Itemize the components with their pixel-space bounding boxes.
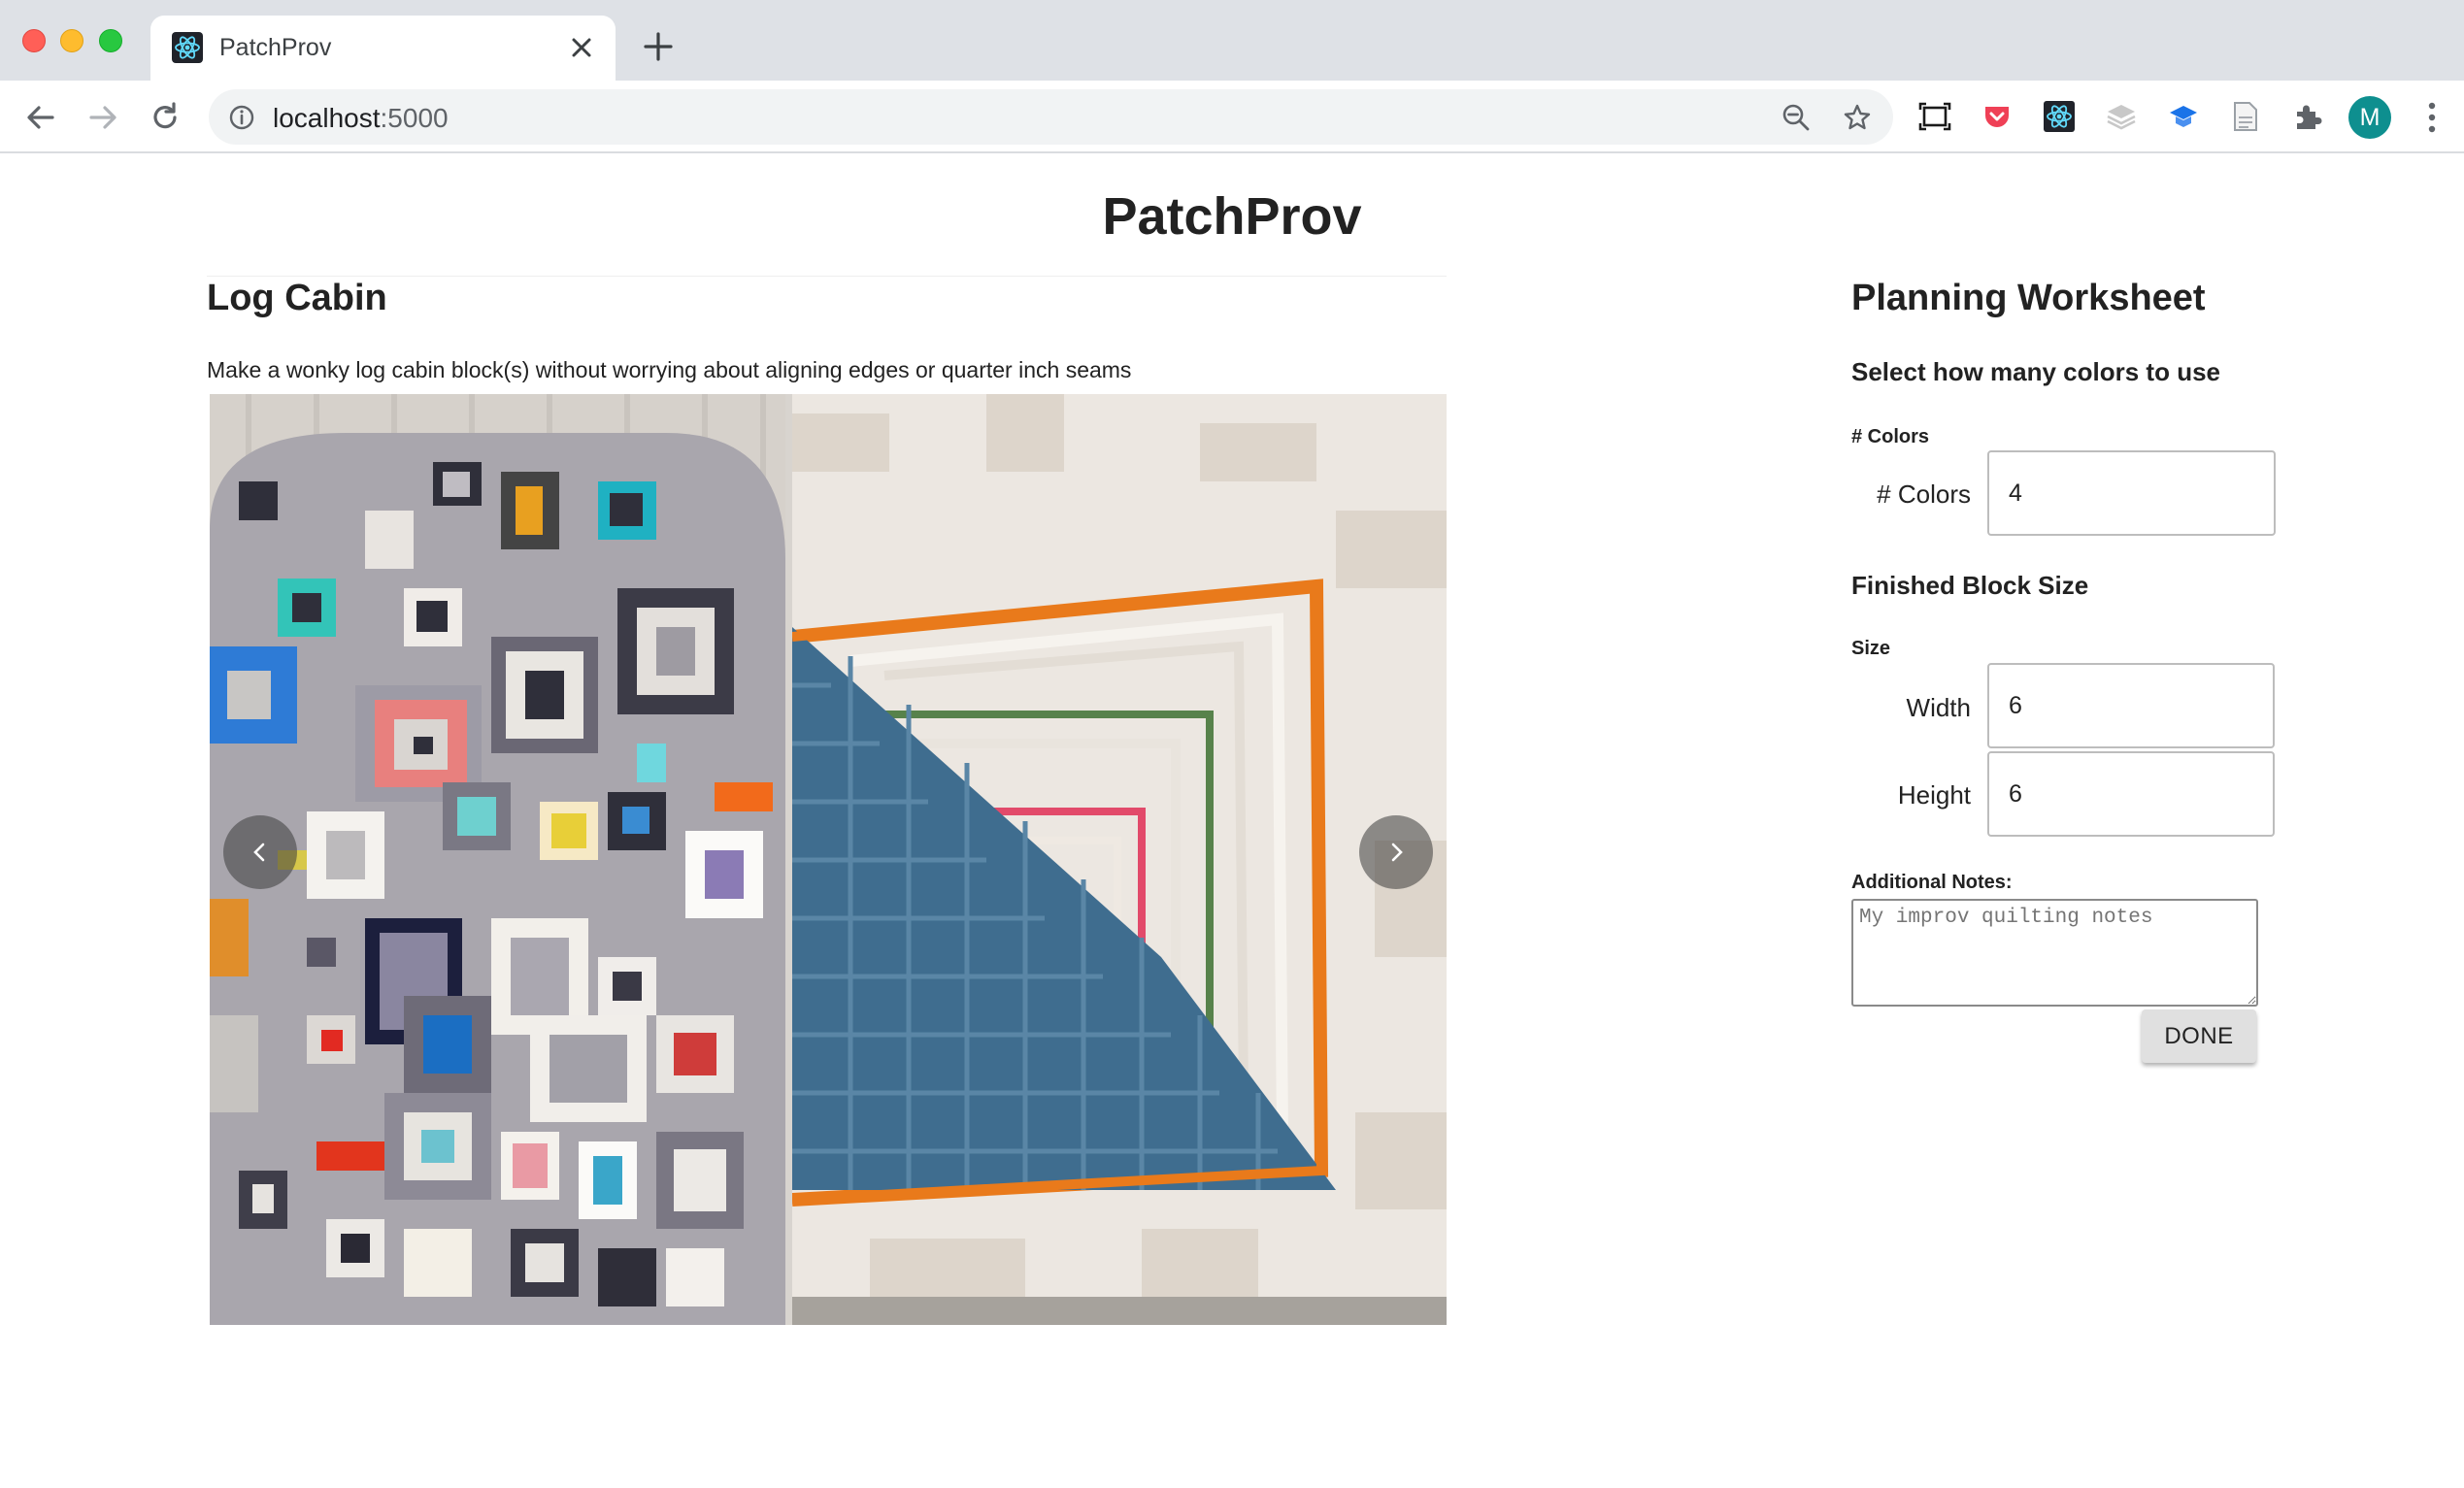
pocket-extension-icon[interactable]	[1979, 98, 2015, 135]
height-input[interactable]	[1987, 751, 2275, 837]
notes-textarea[interactable]	[1851, 899, 2258, 1007]
tab-title: PatchProv	[219, 34, 332, 61]
react-atom-icon	[172, 32, 203, 63]
worksheet-title: Planning Worksheet	[1851, 278, 2206, 318]
colors-heading: Select how many colors to use	[1851, 357, 2220, 386]
quilt-photo-log-cabin	[792, 394, 1447, 1325]
carousel-next-button[interactable]	[1359, 815, 1433, 889]
address-bar[interactable]: localhost:5000	[209, 89, 1893, 145]
arrow-left-icon[interactable]	[23, 100, 58, 135]
info-icon[interactable]	[228, 104, 255, 131]
layers-icon	[2107, 105, 2136, 130]
url-host: localhost	[273, 103, 381, 133]
window-close-button[interactable]	[22, 29, 46, 52]
close-icon	[572, 38, 591, 57]
profile-avatar[interactable]: M	[2348, 96, 2391, 139]
browser-tab-patchprov[interactable]: PatchProv	[150, 16, 616, 81]
new-tab-button[interactable]	[641, 29, 676, 64]
carousel-prev-button[interactable]	[223, 815, 297, 889]
url-text: localhost:5000	[273, 103, 449, 134]
slide-divider	[785, 394, 792, 1325]
width-input[interactable]	[1987, 663, 2275, 748]
screen-capture-extension-icon[interactable]	[1916, 98, 1953, 135]
divider	[207, 276, 1447, 277]
screen-capture-icon	[1918, 102, 1951, 131]
pocket-icon	[1985, 107, 2009, 127]
pattern-name: Log Cabin	[207, 278, 387, 318]
chevron-right-icon	[1391, 843, 1403, 862]
layers-extension-icon[interactable]	[2103, 98, 2140, 135]
document-extension-icon[interactable]	[2227, 98, 2264, 135]
more-options-icon[interactable]	[2417, 98, 2447, 137]
colors-group-label: # Colors	[1851, 426, 1930, 447]
puzzle-piece-icon	[2297, 105, 2322, 129]
image-carousel	[210, 394, 1447, 1325]
colors-input[interactable]	[1987, 450, 2276, 536]
window-minimize-button[interactable]	[60, 29, 83, 52]
page-title: PatchProv	[1102, 187, 1362, 246]
react-devtools-extension-icon[interactable]	[2041, 98, 2078, 135]
height-label: Height	[1897, 780, 1971, 810]
learning-extension-icon[interactable]	[2165, 98, 2202, 135]
browser-toolbar: localhost:5000 M	[0, 81, 2464, 153]
notes-label: Additional Notes:	[1851, 872, 2013, 893]
size-group-label: Size	[1851, 638, 1891, 659]
tab-close-button[interactable]	[565, 31, 598, 64]
block-size-heading: Finished Block Size	[1851, 571, 2089, 600]
star-icon[interactable]	[1843, 103, 1872, 132]
reload-icon[interactable]	[148, 100, 183, 135]
react-atom-icon	[2044, 101, 2075, 132]
window-zoom-button[interactable]	[99, 29, 122, 52]
extensions-button[interactable]	[2289, 98, 2326, 135]
zoom-out-icon[interactable]	[1781, 103, 1811, 132]
colors-field-label: # Colors	[1877, 479, 1971, 509]
chevron-left-icon	[253, 843, 265, 862]
url-port: :5000	[380, 103, 449, 133]
arrow-right-icon[interactable]	[85, 100, 120, 135]
graduation-cap-icon	[2170, 106, 2197, 127]
browser-tabstrip: PatchProv	[0, 0, 2464, 81]
width-label: Width	[1906, 693, 1971, 722]
pattern-description: Make a wonky log cabin block(s) without …	[207, 357, 1132, 382]
document-icon	[2234, 102, 2257, 131]
done-button[interactable]: DONE	[2142, 1009, 2256, 1063]
